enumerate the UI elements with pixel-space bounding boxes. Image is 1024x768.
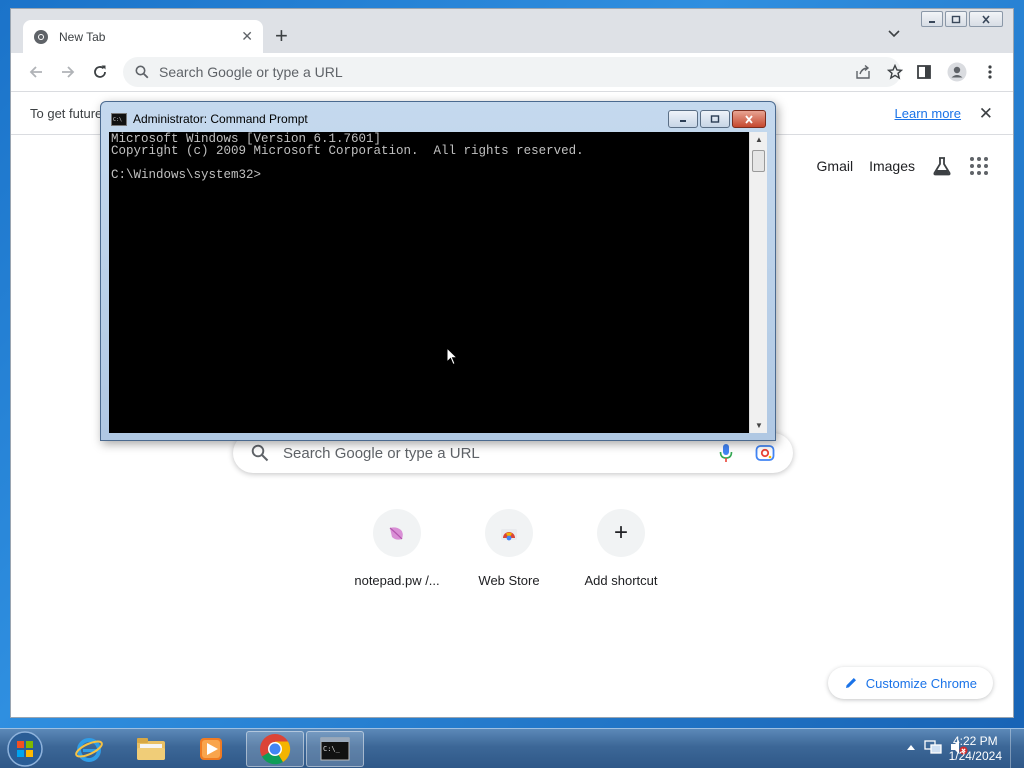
show-hidden-icons-arrow-icon[interactable]: [906, 743, 916, 751]
customize-chrome-button[interactable]: Customize Chrome: [827, 667, 993, 699]
media-player-icon: [200, 738, 222, 760]
pencil-icon: [845, 678, 856, 688]
info-bar-close-icon[interactable]: ✕: [979, 104, 993, 124]
mouse-cursor-icon: [446, 347, 458, 366]
cmd-minimize-button[interactable]: [668, 110, 698, 128]
start-orb-icon[interactable]: [6, 730, 44, 768]
reload-icon[interactable]: [91, 63, 109, 81]
cmd-scrollbar[interactable]: ▲ ▼: [749, 132, 767, 433]
omnibox-placeholder: Search Google or type a URL: [159, 64, 343, 80]
web-store-icon: [485, 509, 533, 557]
cmd-maximize-button[interactable]: [700, 110, 730, 128]
cmd-title: Administrator: Command Prompt: [133, 112, 308, 126]
images-link[interactable]: Images: [869, 158, 915, 174]
svg-text:C:\_: C:\_: [323, 745, 341, 753]
scroll-up-arrow-icon[interactable]: ▲: [755, 135, 763, 144]
shortcut-tiles: notepad.pw /... Web Store + Add shortcut: [341, 509, 677, 588]
taskbar-internet-explorer[interactable]: [60, 731, 118, 767]
tab-strip: New Tab ✕ +: [11, 9, 1013, 53]
tab-new-tab[interactable]: New Tab ✕: [23, 20, 263, 53]
learn-more-link[interactable]: Learn more: [895, 106, 961, 121]
chrome-favicon-icon: [34, 29, 48, 44]
internet-explorer-icon: [75, 738, 103, 762]
customize-chrome-label: Customize Chrome: [865, 675, 977, 691]
chrome-window-controls: [921, 11, 1003, 27]
tab-search-chevron-icon[interactable]: [887, 29, 901, 39]
svg-text:C:\: C:\: [113, 117, 122, 123]
close-icon: [745, 114, 753, 124]
minimize-icon: [929, 20, 935, 23]
cmd-console-output[interactable]: Microsoft Windows [Version 6.1.7601] Cop…: [109, 132, 751, 433]
tab-title: New Tab: [59, 29, 106, 44]
explorer-folder-icon: [137, 738, 165, 760]
forward-arrow-icon[interactable]: [59, 63, 77, 81]
ntp-search-placeholder: Search Google or type a URL: [283, 444, 480, 462]
cmd-title-bar[interactable]: C:\ Administrator: Command Prompt: [111, 112, 308, 126]
minimize-button[interactable]: [921, 11, 943, 27]
restore-icon: [951, 15, 961, 23]
shortcut-tile-notepad[interactable]: notepad.pw /...: [341, 509, 453, 588]
search-icon: [251, 444, 269, 462]
gmail-link[interactable]: Gmail: [817, 158, 854, 174]
shortcut-tile-add[interactable]: + Add shortcut: [565, 509, 677, 588]
shortcut-tile-web-store[interactable]: Web Store: [453, 509, 565, 588]
shortcut-label: notepad.pw /...: [354, 573, 440, 588]
chrome-icon: [260, 734, 291, 765]
clock-time: 4:22 PM: [952, 734, 998, 748]
plus-icon: +: [597, 509, 645, 557]
taskbar-command-prompt[interactable]: C:\_: [306, 731, 364, 767]
labs-flask-icon[interactable]: [931, 155, 953, 177]
taskbar-clock[interactable]: 4:22 PM 1/24/2024: [949, 734, 1002, 764]
scroll-thumb[interactable]: [752, 150, 765, 172]
taskbar-windows-explorer[interactable]: [122, 731, 180, 767]
shortcut-label: Add shortcut: [584, 573, 658, 588]
clock-date: 1/24/2024: [948, 749, 1002, 763]
notepad-icon: [373, 509, 421, 557]
cmd-close-button[interactable]: [732, 110, 766, 128]
bookmark-star-icon[interactable]: [887, 64, 903, 80]
back-arrow-icon[interactable]: [27, 63, 45, 81]
cmd-window-controls: [668, 110, 766, 128]
omnibox[interactable]: Search Google or type a URL: [123, 57, 903, 87]
profile-avatar-icon[interactable]: [947, 62, 967, 82]
side-panel-icon[interactable]: [915, 63, 933, 81]
apps-grid-icon[interactable]: [969, 156, 989, 176]
minimize-icon: [680, 120, 686, 122]
taskbar: C:\_ 4:22 PM 1/24/2024: [0, 728, 1024, 768]
network-icon[interactable]: [924, 739, 942, 755]
new-tab-button[interactable]: +: [275, 25, 288, 47]
browser-toolbar: Search Google or type a URL: [11, 53, 1013, 91]
shortcut-label: Web Store: [478, 573, 540, 588]
cmd-icon: C:\: [111, 112, 127, 126]
more-vert-icon[interactable]: [981, 63, 999, 81]
close-window-button[interactable]: [969, 11, 1003, 27]
ntp-header-links: Gmail Images: [817, 155, 989, 177]
taskbar-media-player[interactable]: [182, 731, 240, 767]
voice-search-mic-icon[interactable]: [719, 443, 733, 463]
tab-close-icon[interactable]: ✕: [241, 28, 253, 45]
maximize-button[interactable]: [945, 11, 967, 27]
scroll-down-arrow-icon[interactable]: ▼: [755, 421, 763, 430]
taskbar-chrome[interactable]: [246, 731, 304, 767]
close-icon: [982, 14, 990, 24]
info-bar-message: To get future: [30, 106, 103, 121]
google-lens-icon[interactable]: [755, 444, 775, 462]
share-icon[interactable]: [855, 64, 871, 80]
search-icon: [135, 65, 149, 79]
command-prompt-window[interactable]: C:\ Administrator: Command Prompt Micros…: [100, 101, 776, 441]
show-desktop-button[interactable]: [1010, 729, 1024, 768]
maximize-icon: [710, 115, 720, 123]
cmd-icon: C:\_: [320, 737, 350, 761]
